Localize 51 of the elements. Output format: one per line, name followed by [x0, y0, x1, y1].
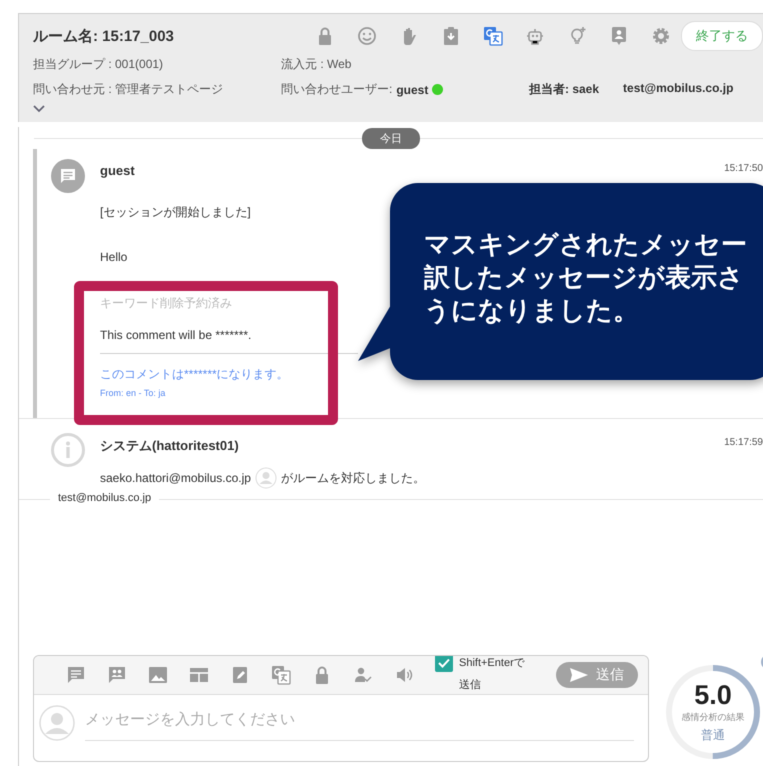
user-label: 問い合わせユーザー:: [281, 81, 392, 98]
message-text: [セッションが開始しました]: [100, 204, 251, 221]
layout-icon[interactable]: [189, 665, 209, 685]
chat-bubble-icon[interactable]: [66, 665, 86, 685]
agent-email: saeko.hattori@mobilus.co.jp: [100, 471, 251, 485]
callout-text: 訳したメッセージが表示さ: [424, 262, 745, 295]
checkbox-label: Shift+Enterで送信: [459, 656, 526, 692]
robot-icon[interactable]: [525, 26, 545, 46]
date-chip: 今日: [362, 128, 420, 148]
translate-icon[interactable]: [271, 665, 291, 685]
user-name: guest: [396, 82, 428, 96]
message-time: 15:17:59: [724, 437, 763, 450]
translate-icon[interactable]: [483, 26, 503, 46]
contact-card-icon[interactable]: [609, 26, 629, 46]
message-text: Hello: [100, 250, 128, 264]
message-time: 15:17:50: [724, 163, 763, 176]
speaker-icon[interactable]: [394, 665, 414, 685]
group-chat-icon[interactable]: [107, 665, 127, 685]
info-icon: [51, 433, 85, 467]
image-icon[interactable]: [148, 665, 168, 685]
checkbox[interactable]: [435, 656, 453, 672]
message-text: がルームを対応しました。: [280, 470, 425, 486]
callout-text: マスキングされたメッセー: [424, 229, 748, 262]
chat-avatar-icon: [51, 159, 85, 193]
clipboard-icon[interactable]: [441, 26, 461, 46]
user-avatar-icon: [39, 705, 75, 741]
sentiment-caption: 感情分析の結果: [680, 711, 746, 724]
sentiment-result: 普通: [700, 727, 726, 744]
sender-name: システム(hattoritest01): [100, 437, 239, 455]
send-icon: [570, 668, 588, 682]
chevron-down-icon[interactable]: [33, 105, 45, 113]
callout-text: うになりました。: [424, 295, 640, 328]
origin-info: 問い合わせ元 : 管理者テストページ: [33, 81, 224, 98]
end-button[interactable]: 終了する: [681, 21, 763, 51]
send-button[interactable]: 送信: [556, 662, 638, 688]
sentiment-score: 5.0: [693, 680, 733, 711]
agent-name: 担当者: saek: [529, 81, 600, 98]
user-avatar-icon: [254, 467, 277, 489]
translated-message: このコメントは*******になります。: [100, 366, 289, 383]
room-title: ルーム名: 15:17_003: [33, 26, 174, 46]
group-info: 担当グループ : 001(001): [33, 56, 164, 73]
pencil-note-icon[interactable]: [230, 665, 250, 685]
source-info: 流入元 : Web: [281, 56, 352, 73]
language-info: From: en - To: ja: [100, 388, 166, 398]
settings-icon[interactable]: [651, 26, 671, 46]
sender-name: guest: [100, 163, 135, 178]
original-message: This comment will be *******.: [100, 328, 252, 342]
status-text: キーワード削除予約済み: [100, 295, 232, 312]
smiley-icon[interactable]: [357, 26, 377, 46]
agent-email: test@mobilus.co.jp: [623, 81, 734, 97]
person-check-icon[interactable]: [353, 665, 373, 685]
